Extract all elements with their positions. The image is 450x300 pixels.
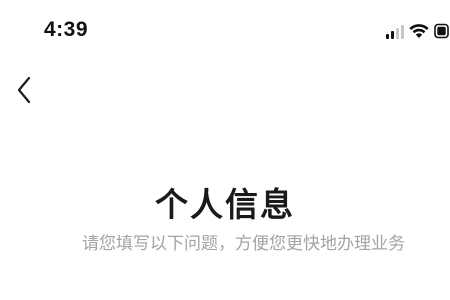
status-bar: 4:39: [0, 0, 450, 60]
nav-bar: [0, 62, 450, 118]
status-time: 4:39: [44, 18, 89, 41]
battery-icon: [434, 23, 449, 39]
page-title: 个人信息: [155, 185, 295, 224]
status-icons: [386, 22, 450, 42]
chevron-left-icon: [17, 76, 31, 104]
page-subtitle: 请您填写以下问题，方便您更快地办理业务: [82, 234, 405, 254]
signal-icon: [386, 25, 404, 39]
back-button[interactable]: [6, 72, 42, 108]
wifi-icon: [409, 24, 429, 38]
